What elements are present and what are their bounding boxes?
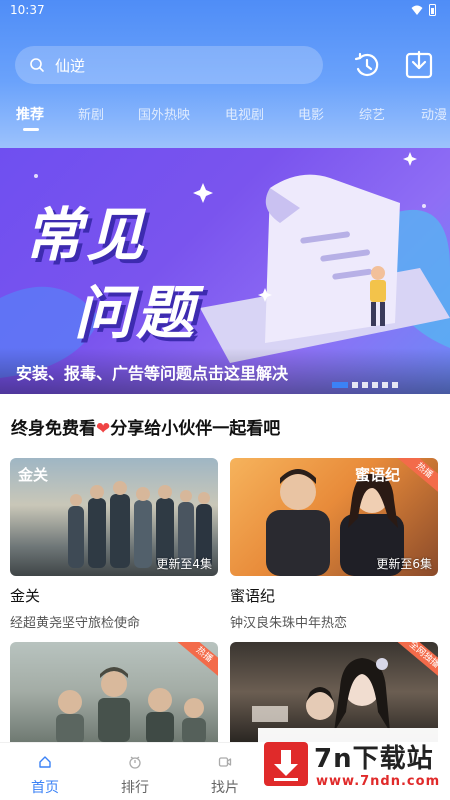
status-bar: 10:37 bbox=[0, 0, 450, 22]
nav-ranking-label: 排行 bbox=[121, 780, 149, 796]
carousel-dot[interactable] bbox=[332, 382, 348, 388]
show-subtitle: 钟汉良朱珠中年热恋 bbox=[230, 616, 348, 631]
tab-variety[interactable]: 综艺 bbox=[359, 104, 385, 123]
carousel-dot[interactable] bbox=[372, 382, 378, 388]
watermark-url: www.7ndn.com bbox=[316, 774, 441, 789]
category-tabs: 推荐 新剧 国外热映 电视剧 电影 综艺 动漫 bbox=[0, 104, 450, 134]
episode-badge: 更新至6集 bbox=[376, 557, 432, 571]
watermark-title: 7n下载站 bbox=[314, 744, 434, 774]
carousel-dot[interactable] bbox=[352, 382, 358, 388]
history-icon[interactable] bbox=[352, 50, 382, 80]
banner-caption: 安装、报毒、广告等问题点击这里解决 bbox=[0, 348, 450, 394]
show-poster: 热播 bbox=[10, 642, 218, 742]
nav-ranking[interactable]: 排行 bbox=[100, 743, 170, 800]
search-input[interactable]: 仙逆 bbox=[15, 46, 323, 84]
ranking-icon bbox=[129, 756, 141, 769]
heart-icon: ❤ bbox=[96, 419, 111, 439]
home-icon bbox=[39, 756, 51, 768]
show-card[interactable]: 蜜语纪 热播 更新至6集 蜜语纪 钟汉良朱珠中年热恋 bbox=[230, 458, 438, 631]
show-title: 蜜语纪 bbox=[230, 587, 276, 605]
nav-home[interactable]: 首页 bbox=[10, 743, 80, 800]
show-card[interactable]: 全网独播 bbox=[230, 642, 438, 742]
show-poster: 全网独播 bbox=[230, 642, 438, 742]
status-time: 10:37 bbox=[10, 3, 45, 17]
section-title: 终身免费看❤分享给小伙伴一起看吧 bbox=[11, 414, 280, 439]
header-area: 10:37 仙逆 推荐 新剧 国外热映 电视剧 电影 综艺 动漫 bbox=[0, 0, 450, 148]
nav-discover-label: 找片 bbox=[211, 780, 239, 796]
tab-movie[interactable]: 电影 bbox=[298, 104, 324, 123]
tab-new[interactable]: 新剧 bbox=[78, 104, 104, 123]
poster-figures bbox=[56, 667, 206, 742]
nav-home-label: 首页 bbox=[31, 780, 59, 796]
carousel-dot[interactable] bbox=[382, 382, 388, 388]
show-card[interactable]: 热播 bbox=[10, 642, 218, 742]
poster-logo: 蜜语纪 bbox=[354, 466, 400, 484]
nav-discover[interactable]: 找片 bbox=[190, 743, 260, 800]
download-arrow-icon bbox=[264, 742, 308, 786]
show-poster: 金关 更新至4集 bbox=[10, 458, 218, 576]
tab-recommend[interactable]: 推荐 bbox=[16, 104, 44, 124]
tab-indicator bbox=[23, 128, 39, 131]
tab-tv[interactable]: 电视剧 bbox=[225, 104, 264, 123]
section-title-part-2: 分享给小伙伴一起看吧 bbox=[110, 419, 281, 439]
search-icon bbox=[30, 58, 44, 72]
carousel-dot[interactable] bbox=[362, 382, 368, 388]
poster-figures bbox=[252, 658, 390, 732]
show-title: 金关 bbox=[10, 587, 41, 605]
section-title-part-1: 终身免费看 bbox=[11, 419, 96, 439]
search-query: 仙逆 bbox=[55, 56, 86, 75]
banner-headline-1: 常见 bbox=[24, 201, 149, 269]
show-subtitle: 经超黄尧坚守旅检使命 bbox=[10, 616, 141, 631]
wifi-icon bbox=[411, 5, 423, 15]
faq-banner[interactable]: 常见 问题 安装、报毒、广告等问题点击这里解决 bbox=[0, 148, 450, 394]
download-icon[interactable] bbox=[404, 50, 434, 80]
site-watermark: 7n下载站 www.7ndn.com bbox=[258, 728, 450, 800]
poster-logo: 金关 bbox=[18, 466, 49, 484]
tab-anime[interactable]: 动漫 bbox=[421, 104, 447, 123]
tab-foreign[interactable]: 国外热映 bbox=[138, 104, 190, 123]
banner-headline-2: 问题 bbox=[74, 279, 199, 347]
show-card[interactable]: 金关 更新至4集 金关 经超黄尧坚守旅检使命 bbox=[10, 458, 218, 631]
show-poster: 蜜语纪 热播 更新至6集 bbox=[230, 458, 438, 576]
banner-caption-text: 安装、报毒、广告等问题点击这里解决 bbox=[16, 364, 289, 383]
carousel-dot[interactable] bbox=[392, 382, 398, 388]
video-icon bbox=[218, 757, 232, 767]
carousel-dots bbox=[332, 382, 398, 388]
episode-badge: 更新至4集 bbox=[156, 557, 212, 571]
battery-icon bbox=[429, 4, 436, 16]
status-icons bbox=[411, 4, 436, 16]
